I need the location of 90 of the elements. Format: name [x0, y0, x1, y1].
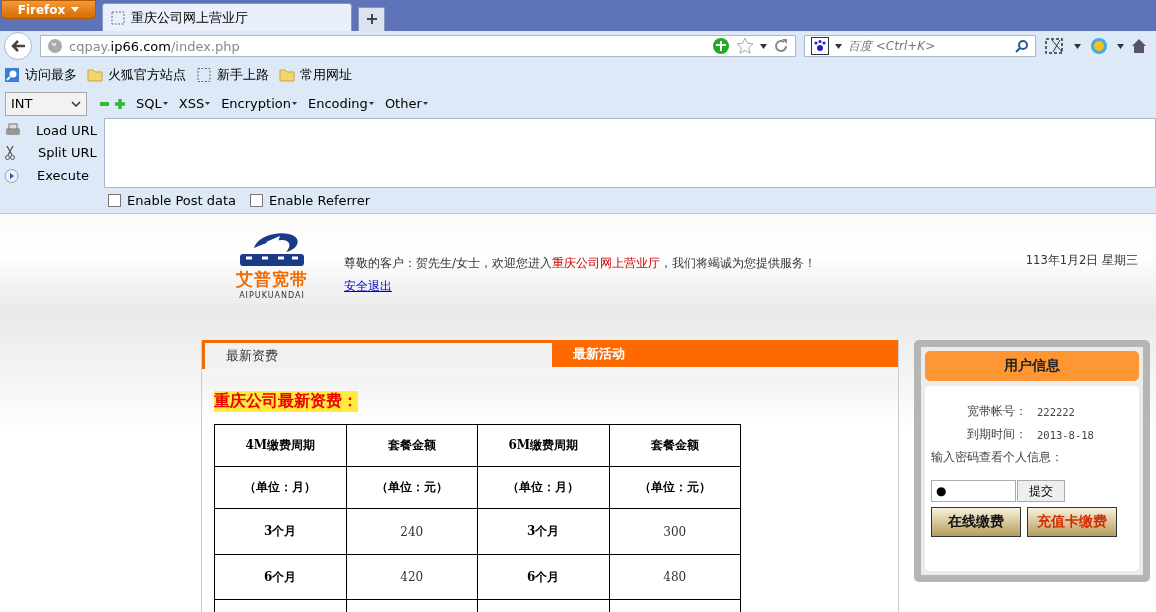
table-cell: 3个月	[214, 508, 346, 555]
caret-icon	[368, 102, 374, 105]
search-icon	[1015, 39, 1029, 53]
checkbox-label: Enable Referrer	[269, 193, 370, 208]
checkbox-label: Enable Post data	[127, 193, 237, 208]
hackbar-menu[interactable]: SQL	[136, 96, 168, 111]
hackbar-menu[interactable]: XSS	[178, 96, 211, 111]
chevron-down-icon	[71, 100, 81, 107]
search-field[interactable]: 百度 <Ctrl+K>	[804, 35, 1036, 57]
play-icon	[4, 167, 19, 184]
caret-icon	[835, 43, 842, 49]
caret-icon	[760, 43, 767, 49]
field-label: 到期时间：	[967, 427, 1027, 442]
browser-tab[interactable]: 重庆公司网上营业厅	[102, 3, 352, 31]
folder-icon	[279, 67, 295, 83]
fees-heading: 重庆公司最新资费：	[214, 391, 358, 412]
bookmark-label: 新手上路	[217, 66, 269, 84]
caret-icon	[1074, 43, 1081, 49]
column-header: 4M缴费周期	[214, 424, 346, 467]
home-icon	[1132, 38, 1146, 54]
password-field[interactable]: ●	[931, 480, 1016, 502]
field-value: 222222	[1037, 405, 1075, 418]
hackbar-menu[interactable]: Encryption	[221, 96, 297, 111]
type-select[interactable]: INT	[5, 91, 87, 116]
bookmark-item[interactable]: 常用网址	[279, 66, 352, 84]
paw-icon	[811, 37, 829, 55]
hackbar-action[interactable]: Execute	[37, 168, 89, 184]
reload-icon	[773, 38, 789, 54]
column-header: （单位：元）	[346, 466, 478, 509]
table-cell: 6个月	[477, 554, 609, 600]
column-header: 6M缴费周期	[477, 424, 609, 467]
bookmark-label: 常用网址	[300, 66, 352, 84]
caret-icon	[71, 7, 80, 12]
badge-icon	[1089, 36, 1109, 56]
caret-icon	[205, 102, 211, 105]
folder-icon	[87, 67, 103, 83]
password-prompt: 输入密码查看个人信息：	[931, 448, 1064, 466]
hackbar-menu[interactable]: Encoding	[307, 96, 374, 111]
hackbar-action[interactable]: Split URL	[38, 145, 97, 161]
globe-icon	[47, 38, 63, 54]
logo-text: 艾普宽带	[236, 268, 308, 291]
address-bar[interactable]: cqpay.ip66.com/index.php	[40, 35, 796, 57]
caret-icon	[1117, 43, 1124, 49]
plus-icon	[365, 12, 378, 25]
table-cell: 420	[346, 554, 478, 600]
panel-title: 用户信息	[925, 351, 1139, 381]
bookmark-item[interactable]: 访问最多	[4, 66, 77, 84]
search-placeholder: 百度 <Ctrl+K>	[848, 37, 936, 55]
table-cell: 480	[609, 554, 741, 600]
tab-title: 重庆公司网上营业厅	[131, 8, 248, 27]
back-button[interactable]	[4, 32, 32, 60]
hackbar-menu[interactable]: Other	[384, 96, 428, 111]
url-text: cqpay.ip66.com/index.php	[69, 38, 240, 54]
caret-icon	[291, 102, 297, 105]
bookmark-item[interactable]: 火狐官方站点	[87, 66, 186, 84]
column-header: 套餐金额	[346, 424, 478, 467]
pay-button[interactable]: 在线缴费	[931, 507, 1021, 537]
bookmark-label: 火狐官方站点	[108, 66, 186, 84]
caret-icon	[162, 102, 168, 105]
hackbar-action[interactable]: Load URL	[36, 122, 98, 138]
caret-icon	[422, 102, 428, 105]
table-cell: 300	[609, 508, 741, 555]
new-tab-button[interactable]	[358, 7, 385, 31]
logout-link[interactable]: 安全退出	[344, 278, 392, 295]
screenshot-icon	[1044, 37, 1066, 55]
content-tab[interactable]: 最新资费	[202, 340, 552, 369]
table-cell: 3个月	[477, 508, 609, 555]
table-cell: 6个月	[214, 554, 346, 600]
page-icon	[196, 67, 212, 83]
field-value: 2013-8-18	[1037, 428, 1094, 441]
column-header: （单位：月）	[214, 466, 346, 509]
plus-circle-icon	[712, 37, 730, 55]
logo-subtitle: AIPUKUANDAI	[239, 291, 305, 300]
scissors-icon	[4, 145, 16, 161]
bookmark-label: 访问最多	[25, 66, 77, 84]
checkbox[interactable]	[108, 194, 121, 207]
back-arrow-icon	[10, 39, 26, 53]
magnifier-icon	[4, 67, 20, 83]
bookmark-item[interactable]: 新手上路	[196, 66, 269, 84]
column-header: （单位：元）	[609, 466, 741, 509]
star-icon	[736, 37, 754, 55]
column-header: （单位：月）	[477, 466, 609, 509]
table-cell: 240	[346, 508, 478, 555]
page-icon	[111, 10, 125, 25]
field-label: 宽带帐号：	[967, 404, 1027, 419]
welcome-message: 尊敬的客户：贺先生/女士，欢迎您进入重庆公司网上营业厅，我们将竭诚为您提供服务！	[344, 255, 817, 272]
submit-button[interactable]: 提交	[1017, 480, 1065, 502]
checkbox[interactable]	[250, 194, 264, 207]
column-header: 套餐金额	[609, 424, 741, 467]
date-text: 113年1月2日 星期三	[1025, 252, 1138, 268]
